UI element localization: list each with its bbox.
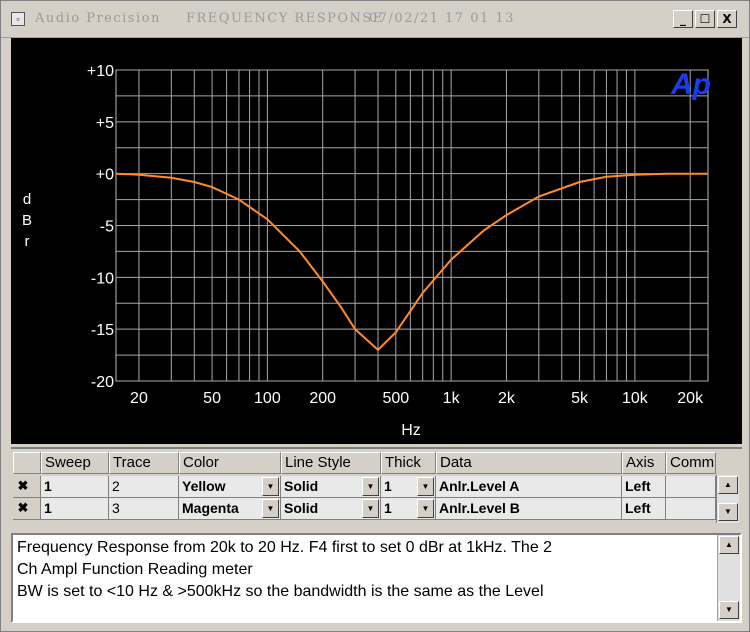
maximize-button[interactable]: ☐ (695, 10, 715, 28)
cell-sweep[interactable]: 1 (41, 498, 109, 520)
x-tick-label: 500 (382, 390, 409, 407)
x-tick-label: 100 (254, 390, 281, 407)
comment-text[interactable]: Frequency Response from 20k to 20 Hz. F4… (17, 537, 713, 603)
y-axis-label: d (23, 191, 31, 208)
cell-trace[interactable]: 2 (109, 476, 179, 498)
comment-line: Frequency Response from 20k to 20 Hz. F4… (17, 539, 553, 556)
x-axis-label: Hz (401, 422, 421, 439)
cell-color[interactable]: Magenta ▼ (179, 498, 281, 520)
table-scroll-up-button[interactable]: ▲ (718, 476, 738, 494)
x-tick-label: 1k (443, 390, 461, 407)
y-tick-label: -10 (91, 270, 114, 287)
comment-scroll-down-button[interactable]: ▼ (719, 601, 739, 619)
cell-color-value: Magenta (182, 500, 239, 516)
table-corner-header (13, 452, 41, 474)
col-header-axis[interactable]: Axis (622, 452, 666, 474)
window-doc-title: FREQUENCY RESPONSE (186, 11, 384, 26)
cell-line-style[interactable]: Solid ▼ (281, 498, 381, 520)
y-tick-label: -20 (91, 374, 114, 391)
y-tick-label: +10 (87, 63, 114, 80)
title-bar[interactable]: ▫ Audio Precision FREQUENCY RESPONSE 07/… (1, 1, 749, 38)
cell-line-style[interactable]: Solid ▼ (281, 476, 381, 498)
frequency-response-chart[interactable]: +10 +5 +0 -5 -10 -15 -20 20 50 100 200 500 1k 2k 5k 10k… (11, 38, 742, 444)
line-style-dropdown-button[interactable]: ▼ (362, 477, 379, 496)
minimize-button[interactable]: _ (673, 10, 693, 28)
close-button[interactable]: X (717, 10, 737, 28)
color-dropdown-button[interactable]: ▼ (262, 499, 279, 518)
y-tick-label: -15 (91, 322, 114, 339)
x-tick-label: 20 (130, 390, 148, 407)
cell-color-value: Yellow (182, 478, 226, 494)
x-tick-label: 20k (677, 390, 704, 407)
x-tick-label: 5k (571, 390, 589, 407)
cell-data[interactable]: Anlr.Level B (436, 498, 622, 520)
cell-thick[interactable]: 1 ▼ (381, 476, 436, 498)
thick-dropdown-button[interactable]: ▼ (417, 499, 434, 518)
cell-line-style-value: Solid (284, 500, 319, 516)
comment-scrollbar[interactable]: ▲ ▼ (717, 535, 740, 621)
comment-box[interactable]: Frequency Response from 20k to 20 Hz. F4… (11, 533, 742, 623)
cell-axis[interactable]: Left (622, 498, 666, 520)
col-header-trace[interactable]: Trace (109, 452, 179, 474)
line-style-dropdown-button[interactable]: ▼ (362, 499, 379, 518)
cell-color[interactable]: Yellow ▼ (179, 476, 281, 498)
comment-line: BW is set to <10 Hz & >500kHz so the ban… (17, 583, 544, 600)
col-header-data[interactable]: Data (436, 452, 622, 474)
window-datetime: 07/02/21 17 01 13 (369, 11, 515, 26)
table-row: ✖ 1 2 Yellow ▼ Solid ▼ 1 ▼ Anlr.Level A … (11, 476, 716, 498)
sweep-table: Sweep Trace Color Line Style Thick Data … (11, 447, 742, 525)
table-scrollbar[interactable]: ▲ ▼ (716, 475, 739, 523)
series-line (115, 172, 708, 351)
ap-logo: Ap (670, 68, 711, 101)
col-header-line-style[interactable]: Line Style (281, 452, 381, 474)
comment-scroll-up-button[interactable]: ▲ (719, 536, 739, 554)
y-tick-label: +0 (96, 167, 114, 184)
graph-panel[interactable]: +10 +5 +0 -5 -10 -15 -20 20 50 100 200 500 1k 2k 5k 10k… (11, 38, 742, 444)
series-line (115, 172, 708, 352)
cell-axis[interactable]: Left (622, 476, 666, 498)
comment-line: Ch Ampl Function Reading meter (17, 561, 253, 578)
col-header-sweep[interactable]: Sweep (41, 452, 109, 474)
color-dropdown-button[interactable]: ▼ (262, 477, 279, 496)
app-icon[interactable]: ▫ (11, 12, 25, 26)
cell-thick-value: 1 (384, 500, 392, 516)
x-tick-label: 10k (622, 390, 649, 407)
col-header-thick[interactable]: Thick (381, 452, 436, 474)
y-axis-label: B (22, 212, 32, 229)
row-enabled-checkbox[interactable]: ✖ (16, 501, 30, 515)
cell-thick[interactable]: 1 ▼ (381, 498, 436, 520)
window-app-title: Audio Precision (35, 11, 161, 26)
table-row: ✖ 1 3 Magenta ▼ Solid ▼ 1 ▼ Anlr.Level B… (11, 498, 716, 520)
app-window: ▫ Audio Precision FREQUENCY RESPONSE 07/… (0, 0, 750, 632)
col-header-comment[interactable]: Comm (666, 452, 716, 474)
x-tick-label: 50 (203, 390, 221, 407)
y-tick-label: -5 (100, 219, 114, 236)
cell-comment[interactable] (666, 498, 716, 520)
y-tick-label: +5 (96, 115, 114, 132)
cell-trace[interactable]: 3 (109, 498, 179, 520)
cell-data[interactable]: Anlr.Level A (436, 476, 622, 498)
row-checkbox-cell[interactable]: ✖ (13, 498, 41, 520)
row-checkbox-cell[interactable]: ✖ (13, 476, 41, 498)
row-enabled-checkbox[interactable]: ✖ (16, 479, 30, 493)
cell-line-style-value: Solid (284, 478, 319, 494)
cell-comment[interactable] (666, 476, 716, 498)
y-axis-label: r (25, 233, 30, 250)
table-scroll-down-button[interactable]: ▼ (718, 503, 738, 521)
x-tick-label: 200 (309, 390, 336, 407)
cell-sweep[interactable]: 1 (41, 476, 109, 498)
cell-thick-value: 1 (384, 478, 392, 494)
col-header-color[interactable]: Color (179, 452, 281, 474)
thick-dropdown-button[interactable]: ▼ (417, 477, 434, 496)
x-tick-label: 2k (498, 390, 516, 407)
